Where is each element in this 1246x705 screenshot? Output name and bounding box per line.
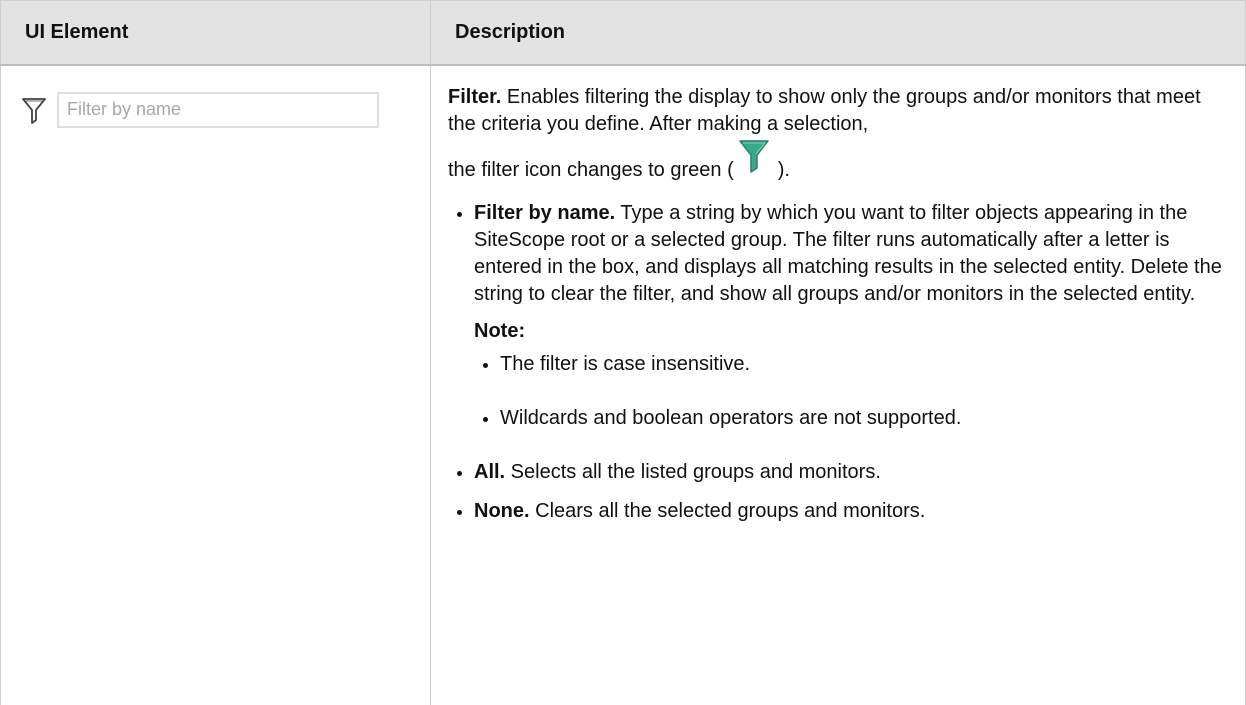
list-item-none: None. Clears all the selected groups and…	[457, 498, 1225, 525]
bullet-label: None.	[474, 499, 530, 522]
list-item-filter-by-name: Filter by name. Type a string by which y…	[457, 200, 1225, 432]
note-label: Note:	[474, 319, 526, 342]
bullet-text: Selects all the listed groups and monito…	[505, 460, 881, 483]
green-line-after: ).	[777, 158, 790, 181]
note-item: Wildcards and boolean operators are not …	[483, 405, 1225, 432]
table-header-row: UI Element Description	[0, 0, 1246, 66]
header-description: Description	[430, 0, 1246, 66]
green-funnel-icon	[738, 138, 770, 174]
filter-intro: Filter. Enables filtering the display to…	[448, 84, 1225, 138]
bullet-label: Filter by name.	[474, 201, 616, 224]
bullet-label: All.	[474, 460, 506, 483]
note-list: The filter is case insensitive. Wildcard…	[474, 351, 1225, 432]
green-line-before: the filter icon changes to green (	[448, 158, 734, 181]
header-ui-element: UI Element	[0, 0, 431, 66]
funnel-outline-icon[interactable]	[21, 96, 47, 124]
description-cell: Filter. Enables filtering the display to…	[430, 64, 1246, 705]
filter-control	[21, 91, 430, 128]
bullet-text: Clears all the selected groups and monit…	[529, 499, 926, 522]
filter-options-list: Filter by name. Type a string by which y…	[448, 200, 1225, 525]
green-filter-line: the filter icon changes to green ( ).	[448, 139, 1225, 184]
filter-intro-label: Filter.	[448, 85, 502, 108]
ui-element-cell	[0, 64, 431, 705]
filter-by-name-input[interactable]	[57, 91, 379, 128]
ui-element-table: UI Element Description Filter. Enables f…	[0, 0, 1246, 705]
table-row: Filter. Enables filtering the display to…	[0, 64, 1246, 705]
list-item-all: All. Selects all the listed groups and m…	[457, 459, 1225, 486]
note-item: The filter is case insensitive.	[483, 351, 1225, 378]
filter-intro-text: Enables filtering the display to show on…	[448, 85, 1201, 135]
